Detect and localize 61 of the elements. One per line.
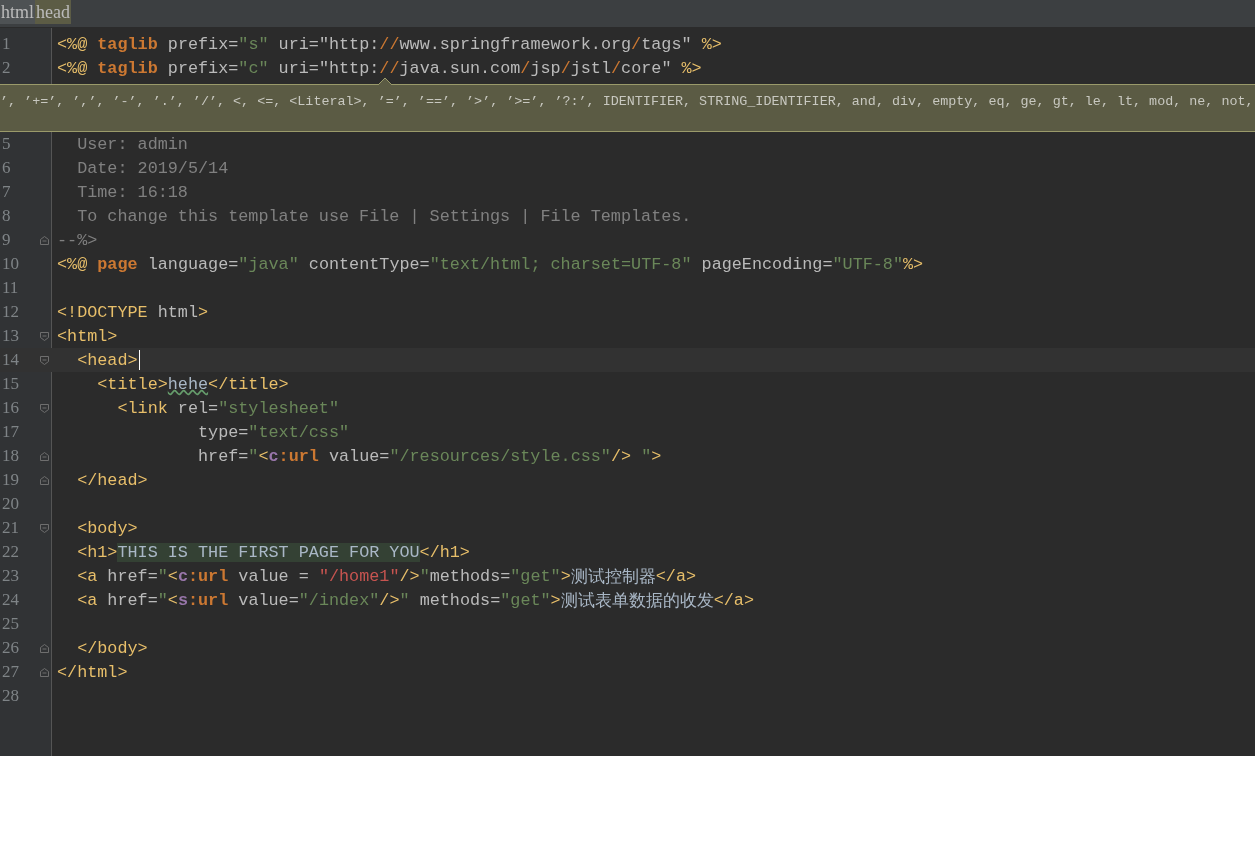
line-number: 13 (1, 326, 20, 346)
code-line: Date: 2019/5/14 (76, 157, 229, 179)
line-number: 22 (1, 542, 20, 562)
code-line: <a href="<s:url value="/index"/>" methods="get">测试表单数据的收发</a> (76, 589, 754, 611)
line-number: 16 (1, 398, 20, 418)
line-number: 11 (1, 278, 20, 298)
line-number: 14 (1, 350, 20, 370)
line-number: 23 (1, 566, 20, 586)
fold-marker-icon[interactable] (40, 643, 49, 653)
line-number: 8 (1, 206, 12, 226)
code-line: User: admin (76, 133, 188, 155)
tooltip-text: ’, ’+=’, ’,’, ’-’, ’.’, ’/’, <, <=, <Literal>, ’=’, ’==’, ’>’, ’>=’, ’?:’, IDENTIFIER, STRING_IDENTIFIER, and, div, empty, eq, ge, gt, le, lt, mod, ne, not, (0, 93, 1254, 109)
code-line: </html> (57, 661, 128, 683)
code-line: <link rel="stylesheet" (116, 397, 339, 419)
line-number: 26 (1, 638, 20, 658)
code-line: </body> (76, 637, 148, 659)
line-number: 24 (1, 590, 20, 610)
fold-marker-icon[interactable] (40, 355, 49, 365)
code-line: href="<c:url value="/resources/style.css"/> "> (197, 445, 662, 467)
code-line: <head> (76, 349, 138, 371)
code-line: type="text/css" (197, 421, 350, 443)
fold-marker-icon[interactable] (40, 475, 49, 485)
line-number: 1 (1, 34, 12, 54)
line-number: 5 (1, 134, 12, 154)
line-number: 15 (1, 374, 20, 394)
line-number: 20 (1, 494, 20, 514)
code-line: <%@ page language="java" contentType="text/html; charset=UTF-8" pageEncoding="UTF-8"%> (57, 253, 924, 275)
code-line: --%> (57, 229, 98, 251)
fold-marker-icon[interactable] (40, 667, 49, 677)
line-number: 7 (1, 182, 12, 202)
line-number: 2 (1, 58, 12, 78)
code-line: <html> (57, 325, 118, 347)
line-number: 18 (1, 446, 20, 466)
code-line: </head> (76, 469, 148, 491)
line-number: 9 (1, 230, 12, 250)
breadcrumb-item[interactable]: head (35, 0, 71, 24)
code-line: To change this template use File | Settings | File Templates. (76, 205, 692, 227)
fold-marker-icon[interactable] (40, 451, 49, 461)
code-line: <body> (76, 517, 138, 539)
fold-marker-icon[interactable] (40, 523, 49, 533)
code-line: Time: 16:18 (76, 181, 188, 203)
line-number: 17 (1, 422, 20, 442)
code-line: <a href="<c:url value = "/home1"/>"methods="get">测试控制器</a> (76, 565, 697, 587)
fold-marker-icon[interactable] (40, 331, 49, 341)
fold-marker-icon[interactable] (40, 403, 49, 413)
line-number: 12 (1, 302, 20, 322)
line-number: 27 (1, 662, 20, 682)
code-line: <%@ taglib prefix="s" uri="http://www.springframework.org/tags" %> (57, 33, 722, 55)
breadcrumb-item[interactable]: html (0, 0, 35, 24)
code-line: <title>hehe</title> (96, 373, 289, 395)
code-line: <h1>THIS IS THE FIRST PAGE FOR YOU</h1> (76, 541, 470, 563)
text-cursor (138, 350, 140, 370)
code-line: <!DOCTYPE html> (57, 301, 209, 323)
line-number: 25 (1, 614, 20, 634)
line-number: 19 (1, 470, 20, 490)
line-number: 21 (1, 518, 20, 538)
line-number: 6 (1, 158, 12, 178)
line-number: 10 (1, 254, 20, 274)
code-line: <%@ taglib prefix="c" uri="http://java.sun.com/jsp/jstl/core" %> (57, 57, 702, 79)
line-number: 28 (1, 686, 20, 706)
fold-marker-icon[interactable] (40, 235, 49, 245)
